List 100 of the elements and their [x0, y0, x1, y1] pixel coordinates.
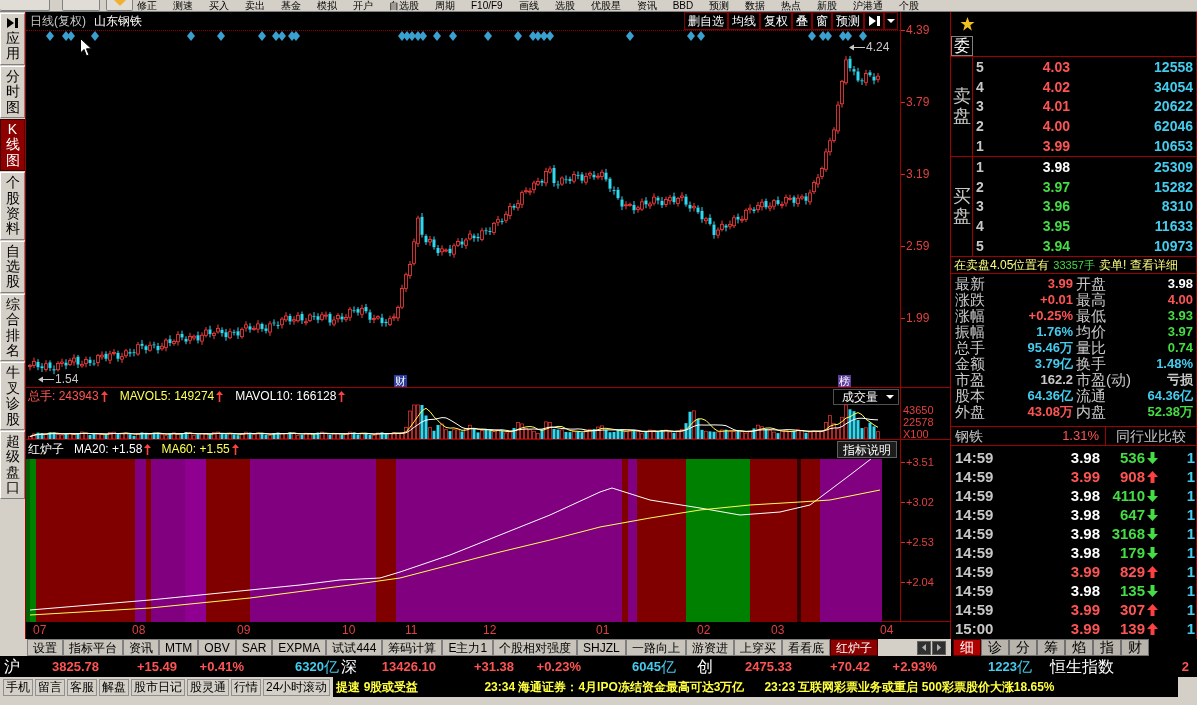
- quote-label: 流通: [1076, 387, 1106, 404]
- status-link[interactable]: 行情: [231, 678, 261, 696]
- detail-tab[interactable]: 分: [1009, 639, 1037, 656]
- indicator-select[interactable]: 成交量: [833, 389, 899, 405]
- indicator-tab[interactable]: 游资进: [685, 639, 734, 656]
- toolbar-button[interactable]: 优股星: [590, 0, 621, 11]
- indicator-tab[interactable]: SHJZL: [577, 639, 626, 656]
- event-marker[interactable]: 榜: [838, 375, 851, 387]
- indicator-tab[interactable]: 看看底: [781, 639, 830, 656]
- index-turnover: 1223: [988, 659, 1017, 674]
- side-tab[interactable]: 个股资料: [0, 172, 25, 240]
- indicator-tab[interactable]: 指标平台: [63, 639, 123, 656]
- toolbar-button[interactable]: [106, 0, 133, 11]
- toolbar-button[interactable]: 周期: [435, 0, 455, 11]
- indicator-tab[interactable]: 红炉子: [829, 639, 878, 656]
- toolbar-button[interactable]: 买入: [209, 0, 229, 11]
- menu-dropdown-button[interactable]: [884, 12, 898, 30]
- chart-toolbar-button[interactable]: 均线: [728, 12, 760, 30]
- tick-volume: 139: [1119, 620, 1145, 637]
- status-link[interactable]: 客服: [67, 678, 97, 696]
- side-tab[interactable]: K线图: [0, 118, 25, 172]
- detail-tab[interactable]: 诊: [981, 639, 1009, 656]
- scroll-right-button[interactable]: [932, 640, 946, 655]
- news-headline[interactable]: 23:23 互联网彩票业务或重启 500彩票股价大涨18.65%: [764, 680, 1055, 694]
- caret-down-icon: [886, 395, 894, 399]
- tick-price: 3.98: [1070, 582, 1100, 599]
- status-link[interactable]: 留言: [35, 678, 65, 696]
- indicator-tab[interactable]: OBV: [198, 639, 236, 656]
- indicator-reading: MA20: +1.58: [74, 442, 143, 456]
- status-link[interactable]: 解盘: [99, 678, 129, 696]
- chart-toolbar-button[interactable]: 叠: [792, 12, 812, 30]
- toolbar-button[interactable]: 模拟: [317, 0, 337, 11]
- toolbar-button[interactable]: 基金: [281, 0, 301, 11]
- toolbar-button[interactable]: 沪港通: [853, 0, 884, 11]
- skip-button[interactable]: [864, 12, 884, 30]
- status-link[interactable]: 股市日记: [131, 678, 185, 696]
- indicator-reading: MAVOL5: 149274: [119, 389, 215, 403]
- toolbar-button[interactable]: 资讯: [636, 0, 657, 11]
- detail-tab[interactable]: 筹: [1037, 639, 1065, 656]
- news-headline[interactable]: 23:34 海通证券：4月IPO冻结资金最高可达3万亿: [484, 680, 745, 694]
- side-tab[interactable]: 综合排名: [0, 293, 25, 362]
- star-icon[interactable]: [960, 17, 975, 31]
- toolbar-button[interactable]: [0, 0, 50, 11]
- indicator-tab[interactable]: 上穿买: [733, 639, 782, 656]
- indicator-help-button[interactable]: 指标说明: [837, 441, 897, 458]
- chart-toolbar-button[interactable]: 预测: [832, 12, 864, 30]
- toolbar-button[interactable]: 测速: [173, 0, 193, 11]
- toolbar-button[interactable]: 选股: [554, 0, 575, 11]
- toolbar-button[interactable]: 修正: [137, 0, 157, 11]
- indicator-tab[interactable]: 筹码计算: [382, 639, 443, 656]
- indicator-tab[interactable]: 一路向上: [625, 639, 686, 656]
- status-link[interactable]: 24小时滚动: [263, 678, 331, 696]
- chart-toolbar-button[interactable]: 窗: [812, 12, 832, 30]
- quote-value: 3.97: [1167, 324, 1193, 340]
- indicator-tab[interactable]: MTM: [159, 639, 199, 656]
- toolbar-button[interactable]: 数据: [745, 0, 766, 11]
- indicator-tab[interactable]: 资讯: [123, 639, 159, 656]
- toolbar-button[interactable]: F10/F9: [471, 0, 503, 11]
- status-link[interactable]: 手机: [3, 678, 33, 696]
- arrow-left-icon: [849, 43, 865, 51]
- toolbar-button[interactable]: 画线: [518, 0, 539, 11]
- order-notice-link[interactable]: 卖单! 查看详细: [1098, 258, 1178, 272]
- side-tab[interactable]: 牛叉诊股: [0, 362, 25, 430]
- toolbar-button[interactable]: 开户: [353, 0, 373, 11]
- side-tab[interactable]: 分时图: [0, 65, 25, 118]
- indicator-axis-label: +2.04: [906, 575, 934, 589]
- toolbar-button[interactable]: 新股: [817, 0, 838, 11]
- low-price-label: 1.54: [55, 372, 79, 386]
- toolbar-button[interactable]: [62, 0, 100, 11]
- detail-tab[interactable]: 细: [953, 639, 981, 656]
- toolbar-button[interactable]: 预测: [709, 0, 730, 11]
- detail-tab[interactable]: 指: [1093, 639, 1121, 656]
- toolbar-button[interactable]: 自选股: [389, 0, 419, 11]
- side-tab[interactable]: 自选股: [0, 240, 25, 293]
- indicator-tab[interactable]: SAR: [235, 639, 273, 656]
- event-marker[interactable]: 财: [394, 375, 407, 387]
- quote-label: 总手: [955, 339, 985, 356]
- side-tab[interactable]: 超级盘口: [0, 431, 25, 499]
- news-headline[interactable]: 提速 9股或受益: [336, 680, 419, 694]
- detail-tab[interactable]: 焰: [1065, 639, 1093, 656]
- detail-tab[interactable]: 财: [1121, 639, 1149, 656]
- toolbar-button[interactable]: 热点: [781, 0, 802, 11]
- industry-compare-button[interactable]: 同行业比较: [1105, 427, 1196, 445]
- indicator-tab[interactable]: EXPMA: [272, 639, 327, 656]
- side-tab[interactable]: 应用: [0, 13, 25, 65]
- quote-value: 95.46万: [1027, 340, 1073, 356]
- indicator-tab[interactable]: 设置: [27, 639, 63, 656]
- chart-toolbar-button[interactable]: 复权: [760, 12, 792, 30]
- index-name: 创: [697, 657, 713, 675]
- toolbar-button[interactable]: BBD: [672, 0, 694, 11]
- status-link[interactable]: 股灵通: [187, 678, 229, 696]
- quote-value: 1.48%: [1156, 356, 1193, 372]
- scroll-left-button[interactable]: [917, 640, 931, 655]
- arrow-left-icon: [38, 375, 54, 383]
- toolbar-button[interactable]: 个股: [899, 0, 920, 11]
- indicator-tab[interactable]: E主力1: [442, 639, 494, 656]
- chart-toolbar-button[interactable]: 删自选: [684, 12, 728, 30]
- indicator-tab[interactable]: 试试444: [326, 639, 383, 656]
- toolbar-button[interactable]: 卖出: [245, 0, 265, 11]
- indicator-tab[interactable]: 个股相对强度: [493, 639, 578, 656]
